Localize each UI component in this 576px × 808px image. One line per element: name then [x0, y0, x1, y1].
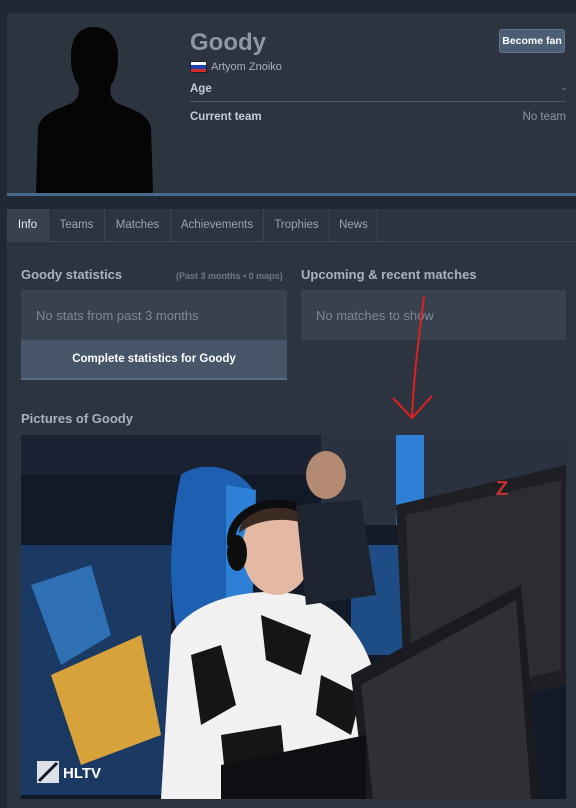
profile-tabs: Info Teams Matches Achievements Trophies… [7, 209, 576, 242]
matches-empty-message: No matches to show [301, 290, 566, 340]
svg-text:Z: Z [496, 478, 508, 500]
stats-empty-message: No stats from past 3 months [21, 290, 287, 340]
stats-section-title: Goody statistics [21, 267, 123, 282]
tab-matches[interactable]: Matches [105, 209, 171, 241]
complete-statistics-button[interactable]: Complete statistics for Goody [21, 340, 287, 380]
tab-trophies[interactable]: Trophies [264, 209, 330, 241]
flag-stripe-red [191, 68, 206, 72]
current-team-label: Current team [190, 111, 262, 123]
player-profile-header: Goody Become fan Artyom Znoiko Age - Cur… [7, 13, 576, 196]
age-value: - [562, 83, 566, 95]
tab-teams[interactable]: Teams [49, 209, 105, 241]
player-realname-row: Artyom Znoiko [190, 61, 282, 73]
silhouette-icon [36, 27, 153, 193]
russia-flag-icon [190, 61, 207, 73]
player-avatar [32, 23, 157, 193]
age-row: Age - [190, 77, 566, 102]
tab-info[interactable]: Info [7, 209, 49, 241]
player-photo-image: Z HLTV [21, 435, 566, 799]
current-team-value: No team [522, 111, 566, 123]
player-real-name: Artyom Znoiko [211, 61, 282, 73]
become-fan-button[interactable]: Become fan [499, 29, 565, 53]
stats-period-note: (Past 3 months • 0 maps) [176, 271, 283, 281]
player-nickname: Goody [190, 29, 266, 56]
tab-news[interactable]: News [330, 209, 378, 241]
age-label: Age [190, 83, 212, 95]
pictures-section-title: Pictures of Goody [21, 411, 133, 426]
tab-achievements[interactable]: Achievements [171, 209, 264, 241]
player-photo[interactable]: Z HLTV [21, 435, 566, 799]
hltv-watermark: HLTV [63, 765, 101, 782]
matches-section-title: Upcoming & recent matches [301, 267, 477, 282]
current-team-row: Current team No team [190, 105, 566, 129]
player-info-panel: Info Teams Matches Achievements Trophies… [7, 209, 576, 808]
